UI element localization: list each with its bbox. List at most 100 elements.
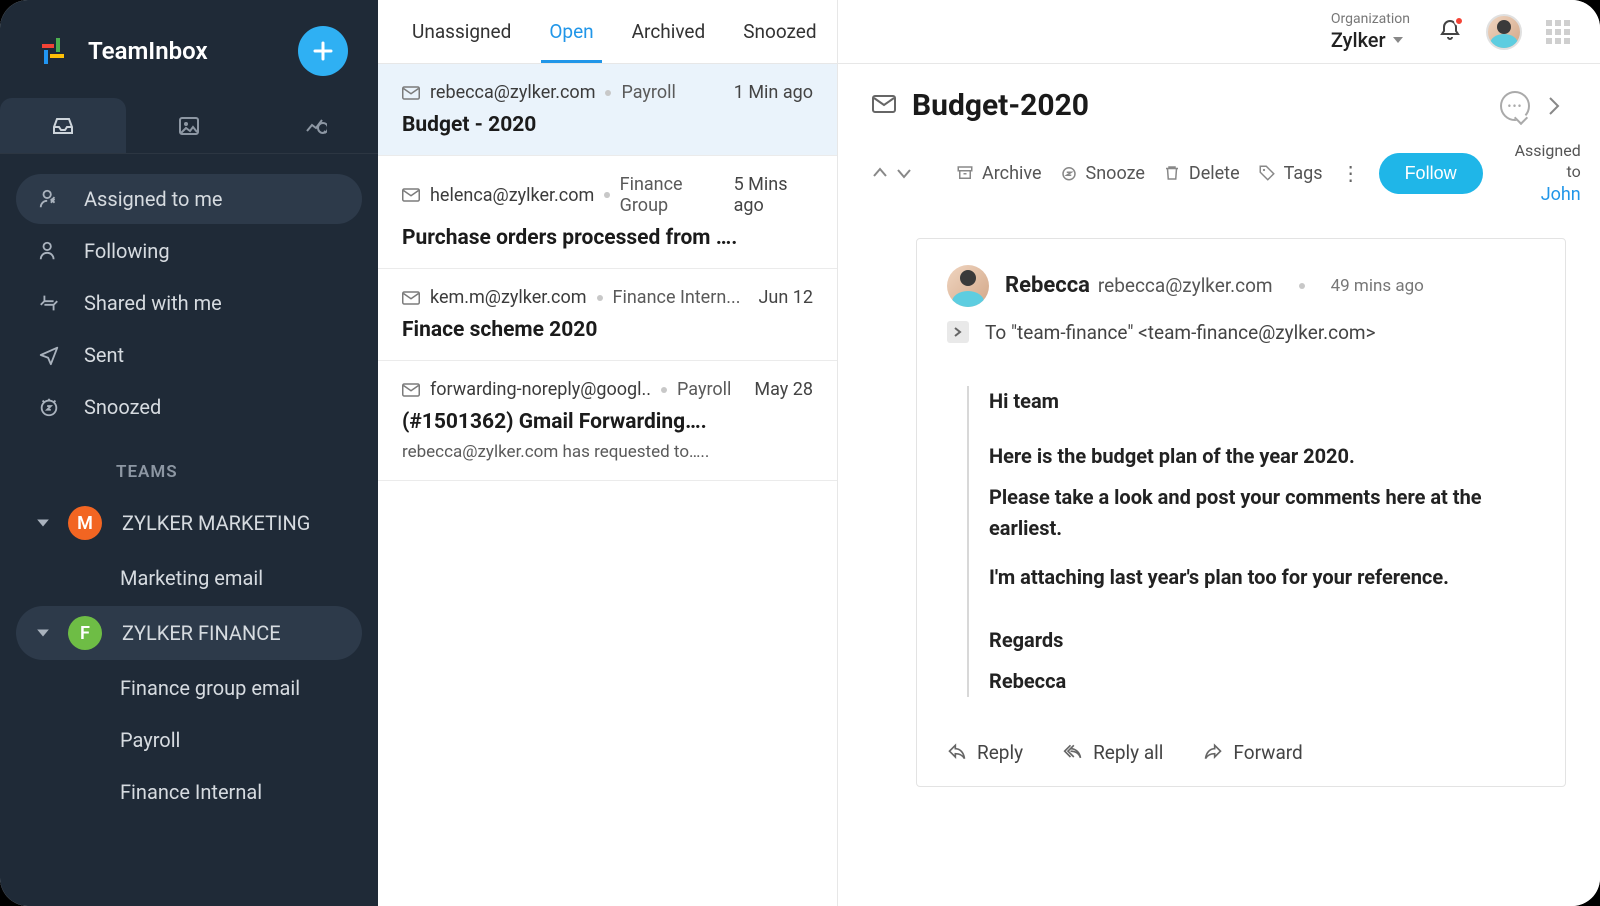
separator-dot — [604, 192, 609, 198]
team-row-finance[interactable]: F ZYLKER FINANCE — [16, 606, 362, 660]
assigned-name[interactable]: John — [1515, 183, 1581, 206]
chat-button[interactable]: ••• — [1500, 91, 1530, 121]
next-thread-button[interactable] — [896, 165, 912, 181]
following-icon — [36, 240, 62, 262]
team-channel-finance-group[interactable]: Finance group email — [0, 662, 378, 714]
org-name: Zylker — [1331, 28, 1386, 52]
delete-button[interactable]: Delete — [1163, 163, 1240, 184]
tab-open[interactable]: Open — [545, 2, 597, 61]
apps-menu-button[interactable] — [1546, 20, 1570, 44]
tab-archived[interactable]: Archived — [628, 2, 710, 61]
sidebar-item-snoozed[interactable]: Snoozed — [16, 382, 362, 432]
inbox-icon — [51, 114, 75, 138]
separator-dot — [661, 387, 667, 393]
sidebar-tab-contacts[interactable] — [126, 98, 252, 153]
assigned-icon — [36, 188, 62, 210]
sidebar-tab-reports[interactable] — [252, 98, 378, 153]
sidebar-item-sent[interactable]: Sent — [16, 330, 362, 380]
thread-time: 1 Min ago — [734, 82, 813, 103]
thread-subject: Finace scheme 2020 — [402, 318, 813, 342]
message-line: Here is the budget plan of the year 2020… — [989, 441, 1535, 472]
teams-header: TEAMS — [0, 442, 378, 494]
sidebar-item-label: Shared with me — [84, 291, 222, 315]
picture-icon — [177, 114, 201, 138]
thread-item[interactable]: kem.m@zylker.com Finance Intern... Jun 1… — [378, 269, 837, 361]
message-to: To "team-finance" <team-finance@zylker.c… — [985, 321, 1376, 344]
shared-icon — [36, 292, 62, 314]
sidebar-item-label: Snoozed — [84, 395, 161, 419]
thread-tag: Payroll — [621, 82, 675, 103]
team-channel-finance-internal[interactable]: Finance Internal — [0, 766, 378, 818]
assigned-block: Assigned to John — [1515, 141, 1581, 206]
message-header: Rebecca rebecca@zylker.com 49 mins ago — [947, 265, 1535, 307]
sidebar-item-label: Following — [84, 239, 170, 263]
sender-name: Rebecca — [1005, 273, 1090, 298]
user-avatar[interactable] — [1486, 14, 1522, 50]
prev-thread-button[interactable] — [872, 165, 888, 181]
thread-list-column: Unassigned Open Archived Snoozed ⋮ rebec… — [378, 0, 838, 906]
trash-icon — [1163, 164, 1181, 182]
thread-item[interactable]: forwarding-noreply@googl.. Payroll May 2… — [378, 361, 837, 481]
sidebar-tab-inbox[interactable] — [0, 98, 126, 153]
tags-button[interactable]: Tags — [1258, 163, 1323, 184]
compose-button[interactable] — [298, 26, 348, 76]
team-channel-payroll[interactable]: Payroll — [0, 714, 378, 766]
sent-icon — [36, 344, 62, 366]
sidebar-tabs — [0, 98, 378, 154]
forward-button[interactable]: Forward — [1203, 741, 1302, 764]
reply-icon — [947, 742, 967, 762]
action-more-menu[interactable]: ⋮ — [1341, 161, 1361, 185]
chevron-down-icon — [1392, 34, 1404, 46]
thread-tag: Finance Intern... — [613, 287, 741, 308]
envelope-icon — [872, 95, 896, 117]
tag-icon — [1258, 164, 1276, 182]
message-sig: Regards — [989, 625, 1535, 656]
team-label: ZYLKER FINANCE — [122, 621, 281, 645]
reply-button[interactable]: Reply — [947, 741, 1023, 764]
snoozed-icon — [36, 396, 62, 418]
tab-unassigned[interactable]: Unassigned — [408, 2, 515, 61]
thread-snippet: rebecca@zylker.com has requested to….. — [402, 442, 813, 462]
assigned-label: Assigned to — [1515, 141, 1581, 183]
sidebar-item-label: Sent — [84, 343, 124, 367]
sidebar-item-following[interactable]: Following — [16, 226, 362, 276]
thread-item[interactable]: rebecca@zylker.com Payroll 1 Min ago Bud… — [378, 64, 837, 156]
archive-icon — [956, 164, 974, 182]
thread-from: helenca@zylker.com — [430, 185, 594, 206]
subject-bar: Budget-2020 ••• — [838, 64, 1600, 133]
chevron-right-icon[interactable] — [1542, 94, 1566, 118]
message-line: Please take a look and post your comment… — [989, 482, 1535, 544]
snooze-button[interactable]: Snooze — [1060, 163, 1145, 184]
follow-button[interactable]: Follow — [1379, 153, 1483, 194]
caret-down-icon — [36, 511, 54, 535]
list-filter-tabs: Unassigned Open Archived Snoozed ⋮ — [378, 0, 837, 64]
team-avatar: M — [68, 506, 102, 540]
sidebar-item-shared[interactable]: Shared with me — [16, 278, 362, 328]
team-label: ZYLKER MARKETING — [122, 511, 310, 535]
detail-subject: Budget-2020 — [912, 88, 1089, 123]
notifications-button[interactable] — [1438, 18, 1462, 46]
message-line: I'm attaching last year's plan too for y… — [989, 562, 1535, 593]
sidebar-item-assigned[interactable]: Assigned to me — [16, 174, 362, 224]
thread-time: 5 Mins ago — [734, 174, 813, 216]
thread-from: forwarding-noreply@googl.. — [430, 379, 651, 400]
message-actions: Reply Reply all Forward — [947, 735, 1535, 764]
tab-snoozed[interactable]: Snoozed — [739, 2, 820, 61]
org-selector[interactable]: Organization Zylker — [1331, 11, 1410, 52]
team-row-marketing[interactable]: M ZYLKER MARKETING — [16, 496, 362, 550]
archive-button[interactable]: Archive — [956, 163, 1042, 184]
sidebar: TeamInbox Assigned to me Followin — [0, 0, 378, 906]
team-avatar: F — [68, 616, 102, 650]
org-label: Organization — [1331, 11, 1410, 28]
thread-item[interactable]: helenca@zylker.com Finance Group 5 Mins … — [378, 156, 837, 269]
expand-recipients-button[interactable] — [947, 321, 969, 343]
thread-time: May 28 — [754, 379, 813, 400]
team-channel-marketing-email[interactable]: Marketing email — [0, 552, 378, 604]
message-body: Hi team Here is the budget plan of the y… — [967, 386, 1535, 697]
envelope-icon — [402, 86, 420, 100]
sidebar-header: TeamInbox — [0, 0, 378, 98]
reply-all-button[interactable]: Reply all — [1063, 741, 1163, 764]
thread-time: Jun 12 — [759, 287, 814, 308]
envelope-icon — [402, 188, 420, 202]
thread-tag: Finance Group — [620, 174, 724, 216]
